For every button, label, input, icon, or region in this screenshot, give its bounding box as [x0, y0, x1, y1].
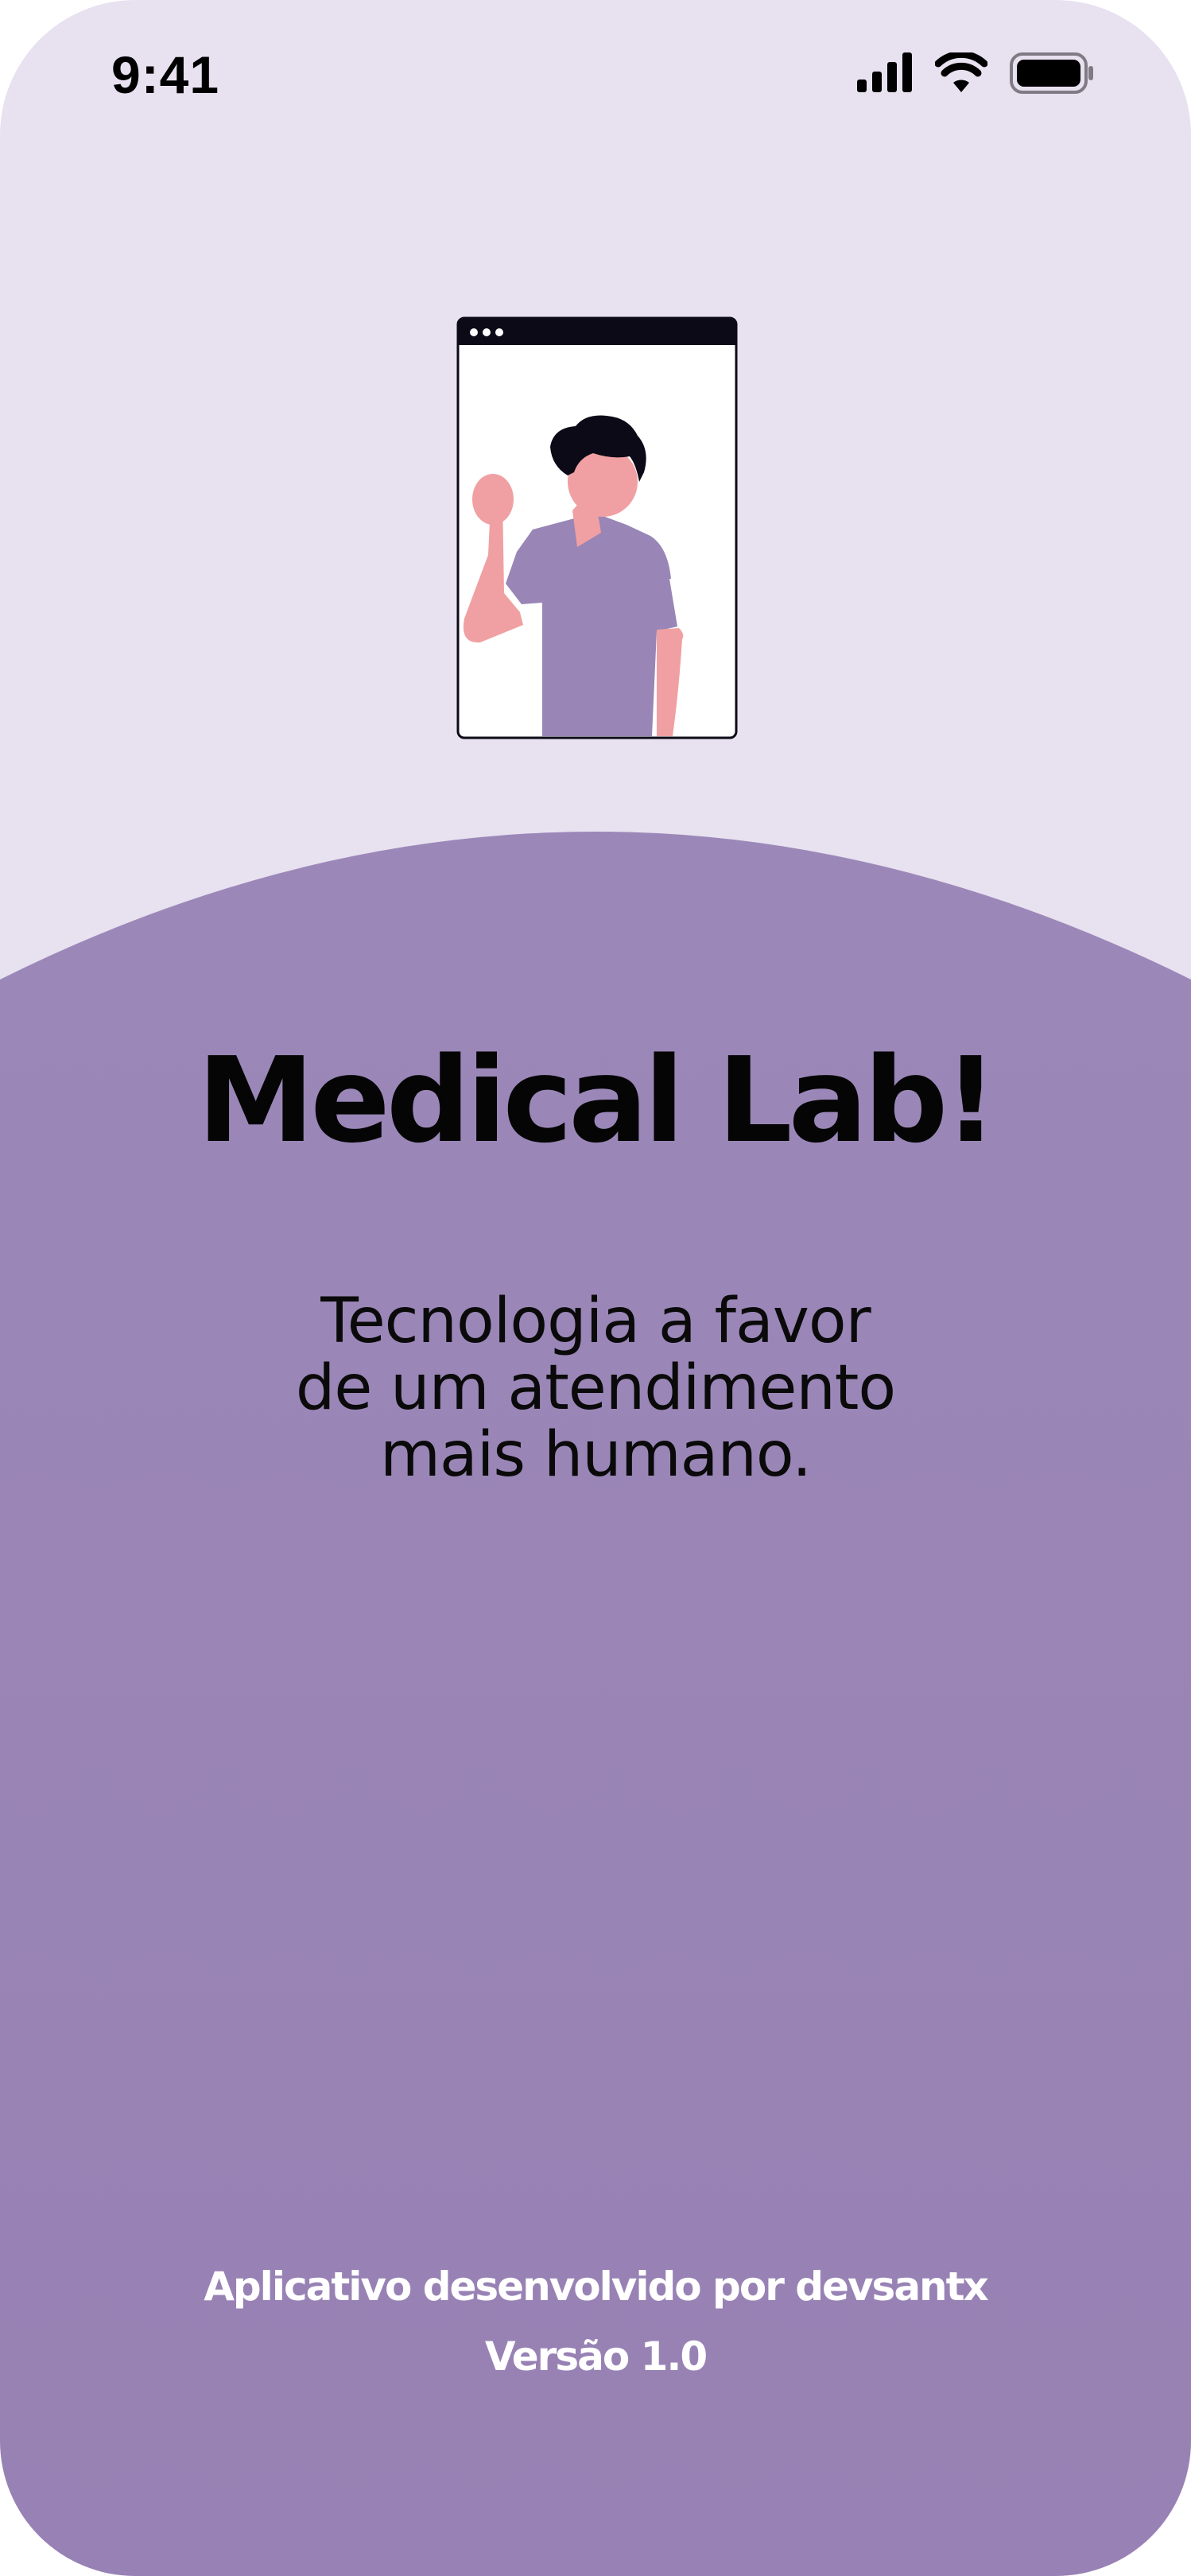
- status-icons: [857, 52, 1111, 100]
- wifi-icon: [935, 52, 987, 92]
- cellular-signal-icon: [857, 52, 912, 92]
- status-bar: 9:41: [0, 0, 1191, 159]
- splash-screen: 9:41 Medical Lab! Tecnologia a favor de …: [0, 0, 1191, 2576]
- person-hand: [472, 474, 514, 525]
- battery-icon: [1010, 52, 1093, 94]
- window-dot-icon: [495, 328, 503, 336]
- window-dot-icon: [483, 328, 491, 336]
- status-time: 9:41: [111, 45, 220, 104]
- developer-credit: Aplicativo desenvolvido por devsantx: [204, 2264, 989, 2310]
- window-dot-icon: [470, 328, 478, 336]
- footer: Aplicativo desenvolvido por devsantx Ver…: [0, 2258, 1191, 2385]
- app-title: Medical Lab!: [197, 1032, 998, 1169]
- tagline-line: Tecnologia a favor: [320, 1286, 871, 1357]
- tagline: Tecnologia a favor de um atendimento mai…: [199, 1288, 992, 1488]
- tagline-line: mais humano.: [379, 1419, 812, 1491]
- app-version: Versão 1.0: [484, 2334, 708, 2380]
- person-waving-illustration: [456, 316, 738, 739]
- tagline-line: de um atendimento: [295, 1352, 896, 1424]
